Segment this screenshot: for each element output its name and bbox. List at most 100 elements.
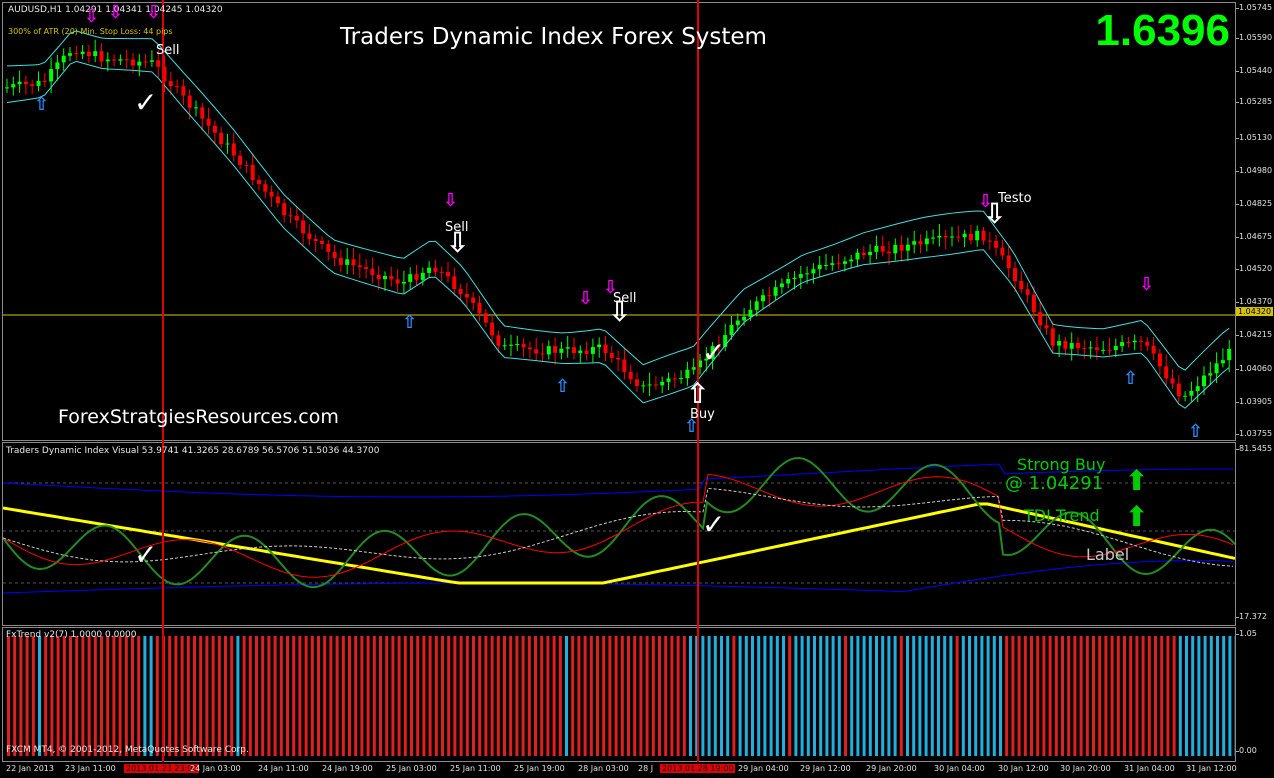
candle-body <box>464 294 469 298</box>
candle-body <box>887 251 891 254</box>
signal-marker-line[interactable] <box>162 0 164 762</box>
candle-body <box>414 274 419 280</box>
fxtrend-bar <box>385 636 389 756</box>
fxtrend-bar <box>571 636 575 756</box>
fxtrend-bar <box>168 636 172 756</box>
time-axis-label: 2013.01.28 19:00 <box>660 764 736 773</box>
fxtrend-bar <box>1085 636 1089 756</box>
candle-body <box>1057 341 1062 346</box>
fxtrend-bar <box>664 636 668 756</box>
up-arrow-icon: ⇧ <box>1188 421 1204 442</box>
fxtrend-bar <box>447 636 451 756</box>
fxtrend-bar <box>428 636 432 756</box>
fxtrend-bar <box>329 636 333 756</box>
candle-body <box>956 236 961 238</box>
fxtrend-bar <box>707 636 711 756</box>
fxtrend-bar <box>1222 636 1226 756</box>
candle-body <box>893 244 898 254</box>
candle-body <box>515 344 520 346</box>
candle-body <box>647 384 652 386</box>
fxtrend-bar <box>186 636 190 756</box>
fxtrend-bar <box>81 636 85 756</box>
fxtrend-bar <box>806 636 810 756</box>
fxtrend-bar <box>1203 636 1207 756</box>
candle-body <box>553 346 558 353</box>
candle-body <box>338 257 343 265</box>
sell-signal-label: Sell <box>156 43 180 58</box>
candle-body <box>660 381 665 386</box>
fxtrend-bar <box>100 636 103 756</box>
candle-body <box>691 367 696 370</box>
fxtrend-bar <box>1141 636 1145 756</box>
fx-axis-bottom: 0.00 <box>1236 746 1257 755</box>
candle-body <box>1139 340 1143 342</box>
candle-body <box>118 59 123 61</box>
down-arrow-icon: ⇩ <box>578 288 594 309</box>
price-axis-tick: 1.04370 <box>1235 297 1273 306</box>
fxtrend-bar <box>273 636 277 756</box>
candle-body <box>1120 342 1125 347</box>
candle-body <box>471 297 476 303</box>
candle-body <box>905 244 910 251</box>
candle-body <box>370 268 375 275</box>
fxtrend-bar <box>1116 636 1120 756</box>
candle-body <box>773 287 778 296</box>
fxtrend-bar <box>1160 636 1164 756</box>
candle-body <box>427 267 432 273</box>
candle-body <box>931 237 936 239</box>
candle-body <box>1132 340 1137 343</box>
website-watermark: ForexStratgiesResources.com <box>58 406 339 428</box>
up-arrow-icon: ⬆ <box>1125 500 1149 533</box>
fxtrend-bar <box>304 636 308 756</box>
fxtrend-bar <box>899 636 903 756</box>
fxtrend-bar <box>106 636 110 756</box>
candle-body <box>11 84 16 88</box>
fxtrend-bar <box>348 636 351 756</box>
fxtrend-bar <box>1036 636 1040 756</box>
candle-body <box>994 240 999 248</box>
fxtrend-bar <box>372 636 376 756</box>
fxtrend-bar <box>633 636 637 756</box>
fxtrend-bar <box>726 636 730 756</box>
fxtrend-bar <box>1191 636 1195 756</box>
fxtrend-bar <box>193 636 196 756</box>
candle-body <box>811 269 816 274</box>
candle-body <box>924 238 929 245</box>
candle-body <box>622 359 627 372</box>
candle-body <box>635 379 639 386</box>
candle-body <box>767 295 772 297</box>
candle-body <box>483 313 488 323</box>
time-axis-label: 29 Jan 04:00 <box>738 764 789 773</box>
candle-body <box>981 230 986 241</box>
fxtrend-bar <box>546 636 550 756</box>
candle-body <box>1044 325 1049 329</box>
fxtrend-bar <box>298 636 302 756</box>
fxtrend-bar <box>658 636 661 756</box>
fxtrend-bar <box>887 636 891 756</box>
candle-body <box>912 241 917 245</box>
fxtrend-bar <box>992 636 996 756</box>
candle-body <box>868 251 873 256</box>
price-chart-pane[interactable] <box>2 2 1236 441</box>
tdi-axis: 81.5455 17.372 <box>1235 442 1274 626</box>
fxtrend-bar <box>1178 636 1182 756</box>
fxtrend-bar <box>558 636 562 756</box>
candle-body <box>1195 386 1200 391</box>
fxtrend-bar <box>143 636 147 756</box>
down-arrow-icon: ⇩ <box>1139 274 1155 295</box>
fxtrend-bar <box>1042 636 1046 756</box>
fxtrend-bar <box>1023 636 1027 756</box>
candle-body <box>742 316 747 321</box>
time-axis-label: 24 Jan 11:00 <box>258 764 309 773</box>
candle-body <box>798 274 803 278</box>
fxtrend-bar <box>459 636 463 756</box>
candle-body <box>1031 294 1036 313</box>
candle-body <box>131 59 135 66</box>
fxtrend-indicator-pane[interactable] <box>2 627 1236 762</box>
candle-body <box>49 69 54 82</box>
candle-body <box>1000 247 1005 256</box>
tdi-trend-label: TDI Trend <box>1024 506 1100 525</box>
candle-body <box>168 81 173 87</box>
candle-body <box>849 259 854 262</box>
candle-body <box>880 245 885 252</box>
